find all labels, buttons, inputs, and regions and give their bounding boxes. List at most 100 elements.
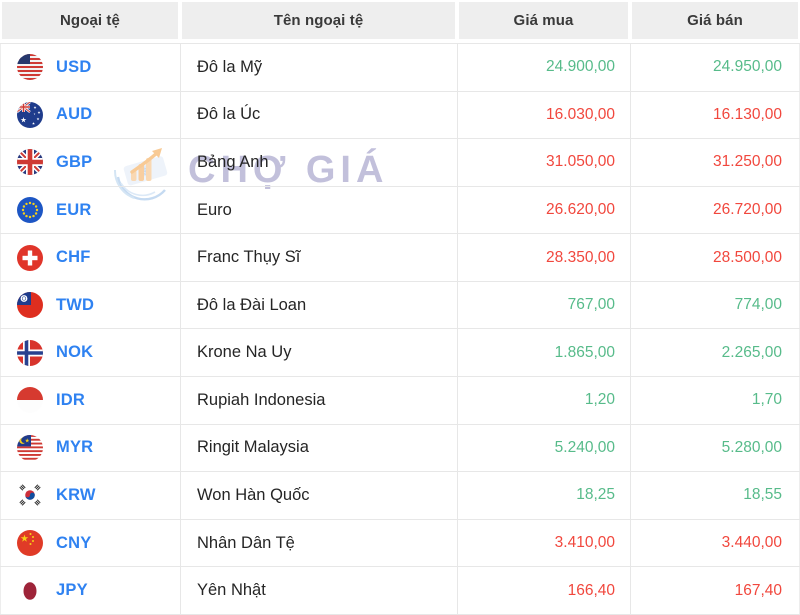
- sell-price: 24.950,00: [713, 58, 782, 76]
- table-row: IDR Rupiah Indonesia 1,20 1,70: [0, 377, 800, 425]
- buy-price: 31.050,00: [546, 153, 615, 171]
- currency-code-link[interactable]: CHF: [56, 248, 91, 267]
- currency-name-cell: Rupiah Indonesia: [180, 377, 457, 424]
- table-row: TWD Đô la Đài Loan 767,00 774,00: [0, 281, 800, 330]
- table-row: NOK Krone Na Uy 1.865,00 2.265,00: [0, 329, 800, 378]
- header-cell-currency: Ngoại tệ: [2, 2, 178, 39]
- currency-code-link[interactable]: TWD: [56, 296, 94, 315]
- currency-cell: AUD: [0, 91, 180, 139]
- currency-name: Bảng Anh: [197, 152, 269, 171]
- sell-price-cell: 18,55: [630, 472, 800, 519]
- currency-name-cell: Đô la Đài Loan: [180, 281, 457, 329]
- eur-flag-icon: [17, 197, 43, 224]
- buy-price-cell: 1.865,00: [457, 329, 630, 377]
- currency-code-link[interactable]: CNY: [56, 534, 91, 553]
- currency-code-link[interactable]: MYR: [56, 438, 93, 457]
- buy-price: 26.620,00: [546, 201, 615, 219]
- myr-flag-icon: [17, 434, 43, 461]
- krw-flag-icon: [17, 482, 43, 509]
- currency-cell: JPY: [0, 567, 180, 614]
- sell-price: 167,40: [734, 581, 782, 599]
- table-row: GBP Bảng Anh 31.050,00 31.250,00: [0, 139, 800, 187]
- currency-name: Đô la Úc: [197, 105, 261, 124]
- buy-price: 16.030,00: [546, 105, 615, 123]
- currency-name-cell: Yên Nhật: [180, 567, 457, 614]
- buy-price: 767,00: [567, 296, 615, 314]
- currency-code-link[interactable]: JPY: [56, 581, 88, 600]
- currency-name-cell: Đô la Úc: [180, 91, 457, 139]
- buy-price-cell: 5.240,00: [457, 424, 630, 472]
- currency-name-cell: Won Hàn Quốc: [180, 472, 457, 519]
- sell-price-cell: 3.440,00: [630, 519, 800, 567]
- header-cell-sell: Giá bán: [632, 2, 798, 39]
- currency-name: Euro: [197, 200, 232, 219]
- currency-cell: GBP: [0, 139, 180, 186]
- currency-code-link[interactable]: KRW: [56, 486, 96, 505]
- sell-price: 1,70: [751, 391, 782, 409]
- buy-price: 28.350,00: [546, 248, 615, 266]
- sell-price-cell: 26.720,00: [630, 186, 800, 234]
- table-header: Ngoại tệ Tên ngoại tệ Giá mua Giá bán: [0, 0, 800, 43]
- buy-price-cell: 31.050,00: [457, 139, 630, 186]
- currency-code-link[interactable]: USD: [56, 58, 91, 77]
- buy-price-cell: 24.900,00: [457, 44, 630, 91]
- buy-price-cell: 3.410,00: [457, 519, 630, 567]
- currency-cell: IDR: [0, 377, 180, 424]
- sell-price-cell: 1,70: [630, 377, 800, 424]
- currency-code-link[interactable]: IDR: [56, 391, 85, 410]
- buy-price: 1.865,00: [554, 343, 615, 361]
- currency-code-link[interactable]: AUD: [56, 105, 92, 124]
- chf-flag-icon: [17, 244, 43, 271]
- buy-price-cell: 166,40: [457, 567, 630, 614]
- currency-name-cell: Nhân Dân Tệ: [180, 519, 457, 567]
- buy-price: 1,20: [584, 391, 615, 409]
- currency-name: Franc Thụy Sĩ: [197, 248, 301, 267]
- sell-price-cell: 16.130,00: [630, 91, 800, 139]
- currency-cell: TWD: [0, 281, 180, 329]
- jpy-flag-icon: [17, 577, 43, 604]
- buy-price-cell: 26.620,00: [457, 186, 630, 234]
- currency-code-link[interactable]: EUR: [56, 201, 91, 220]
- sell-price-cell: 5.280,00: [630, 424, 800, 472]
- buy-price: 18,25: [576, 486, 615, 504]
- buy-price-cell: 767,00: [457, 281, 630, 329]
- currency-name: Nhân Dân Tệ: [197, 533, 295, 552]
- currency-name: Đô la Đài Loan: [197, 295, 307, 314]
- table-row: CHF Franc Thụy Sĩ 28.350,00 28.500,00: [0, 234, 800, 282]
- currency-cell: KRW: [0, 472, 180, 519]
- table-row: CNY Nhân Dân Tệ 3.410,00 3.440,00: [0, 519, 800, 568]
- sell-price: 31.250,00: [713, 153, 782, 171]
- sell-price: 26.720,00: [713, 201, 782, 219]
- header-cell-name: Tên ngoại tệ: [182, 2, 455, 39]
- twd-flag-icon: [17, 292, 43, 319]
- sell-price-cell: 2.265,00: [630, 329, 800, 377]
- sell-price: 28.500,00: [713, 248, 782, 266]
- currency-name: Yên Nhật: [197, 581, 266, 600]
- sell-price: 774,00: [734, 296, 782, 314]
- table-row: MYR Ringit Malaysia 5.240,00 5.280,00: [0, 424, 800, 473]
- sell-price-cell: 24.950,00: [630, 44, 800, 91]
- currency-code-link[interactable]: NOK: [56, 343, 93, 362]
- currency-cell: MYR: [0, 424, 180, 472]
- usd-flag-icon: [17, 54, 43, 81]
- buy-price-cell: 16.030,00: [457, 91, 630, 139]
- currency-name: Won Hàn Quốc: [197, 485, 310, 504]
- table-row: KRW Won Hàn Quốc 18,25 18,55: [0, 472, 800, 520]
- currency-cell: CHF: [0, 234, 180, 281]
- gbp-flag-icon: [17, 149, 43, 176]
- buy-price: 5.240,00: [554, 438, 615, 456]
- currency-name: Krone Na Uy: [197, 343, 292, 362]
- sell-price-cell: 28.500,00: [630, 234, 800, 281]
- sell-price: 18,55: [743, 486, 782, 504]
- currency-cell: USD: [0, 44, 180, 91]
- buy-price-cell: 1,20: [457, 377, 630, 424]
- currency-code-link[interactable]: GBP: [56, 153, 92, 172]
- aud-flag-icon: [17, 101, 43, 128]
- table-body: USD Đô la Mỹ 24.900,00 24.950,00 AUD Đô …: [0, 43, 800, 615]
- currency-name-cell: Franc Thụy Sĩ: [180, 234, 457, 281]
- currency-cell: EUR: [0, 186, 180, 234]
- sell-price: 16.130,00: [713, 105, 782, 123]
- nok-flag-icon: [17, 339, 43, 366]
- currency-name-cell: Euro: [180, 186, 457, 234]
- sell-price-cell: 774,00: [630, 281, 800, 329]
